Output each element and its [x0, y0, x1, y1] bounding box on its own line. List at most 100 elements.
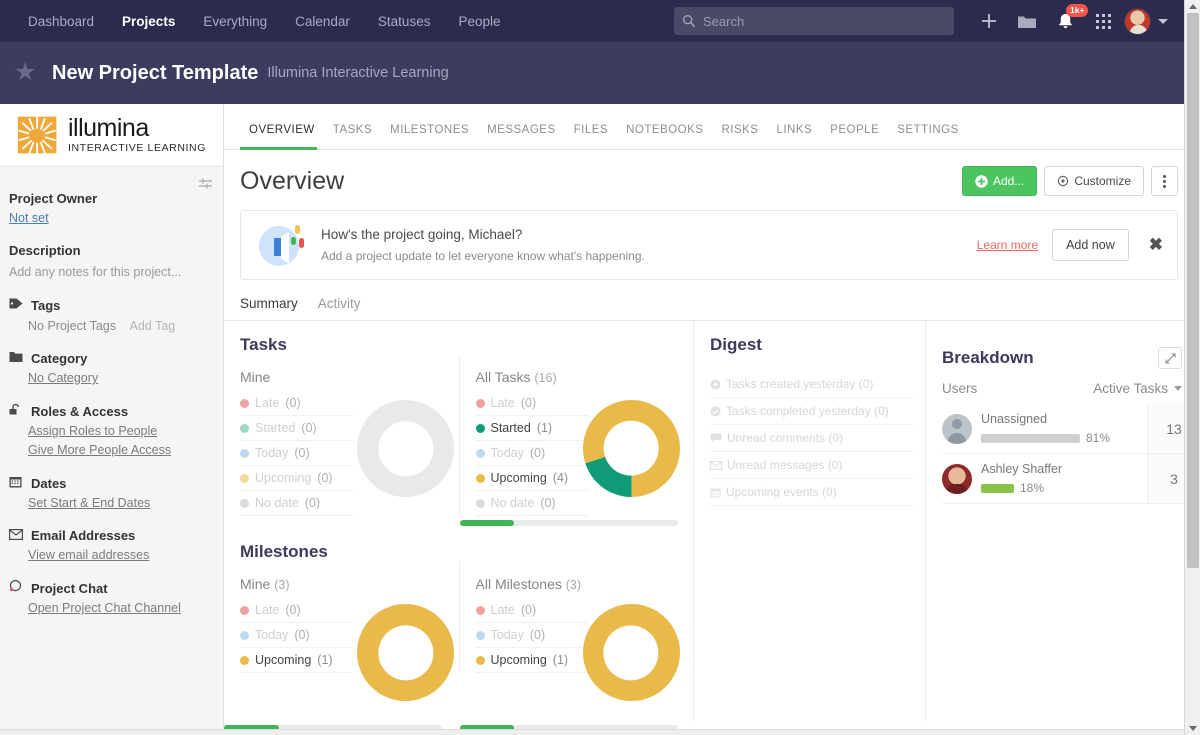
project-tabs: OVERVIEW TASKS MILESTONES MESSAGES FILES… — [224, 104, 1200, 150]
nav-statuses[interactable]: Statuses — [364, 8, 445, 35]
sidebar-section-description: Description Add any notes for this proje… — [9, 243, 223, 279]
digest-row[interactable]: Upcoming events (0) — [710, 479, 913, 506]
tab-notebooks[interactable]: NOTEBOOKS — [617, 124, 712, 149]
tab-overview[interactable]: OVERVIEW — [240, 124, 324, 149]
legend-item[interactable]: No date (0) — [240, 491, 353, 516]
nav-people[interactable]: People — [444, 8, 514, 35]
assign-roles-link[interactable]: Assign Roles to People — [28, 424, 223, 438]
subtab-activity[interactable]: Activity — [318, 296, 361, 321]
digest-row[interactable]: Unread messages (0) — [710, 452, 913, 479]
logo-tagline: INTERACTIVE LEARNING — [67, 142, 207, 154]
description-placeholder[interactable]: Add any notes for this project... — [9, 265, 223, 279]
view-email-addresses-link[interactable]: View email addresses — [28, 548, 223, 562]
sidebar-section-tags: Tags No Project Tags Add Tag — [9, 297, 223, 333]
sun-logo-icon — [17, 116, 57, 155]
legend-item[interactable]: No date (0) — [475, 491, 589, 516]
status-dot-started — [240, 423, 249, 433]
tab-people[interactable]: PEOPLE — [821, 124, 888, 149]
legend-count: (0) — [301, 421, 317, 435]
collapse-panel-icon[interactable] — [198, 177, 214, 191]
learn-more-link[interactable]: Learn more — [977, 238, 1038, 252]
legend-item[interactable]: Late (0) — [475, 391, 589, 416]
scroll-up-arrow-icon[interactable] — [1189, 4, 1197, 9]
nav-dashboard[interactable]: Dashboard — [14, 8, 108, 35]
apps-grid-button[interactable] — [1084, 0, 1122, 42]
legend-item[interactable]: Today (0) — [475, 623, 589, 648]
legend-item[interactable]: Upcoming (4) — [475, 466, 589, 491]
star-icon[interactable]: ★ — [14, 60, 40, 86]
legend-count: (0) — [294, 446, 310, 460]
sidebar-heading-email-addresses: Email Addresses — [9, 528, 223, 543]
legend-item[interactable]: Today (0) — [240, 441, 353, 466]
nav-projects[interactable]: Projects — [108, 8, 189, 35]
topnav-icon-group: 1k+ — [970, 0, 1170, 42]
add-button[interactable]: Add... — [961, 166, 1038, 196]
set-dates-link[interactable]: Set Start & End Dates — [28, 496, 223, 510]
tags-row: No Project Tags Add Tag — [28, 319, 223, 333]
global-search[interactable] — [674, 7, 954, 35]
browser-scrollbar[interactable] — [1184, 0, 1200, 735]
digest-label: Upcoming events (0) — [726, 485, 837, 499]
category-value-link[interactable]: No Category — [28, 371, 223, 385]
legend-item[interactable]: Late (0) — [240, 391, 353, 416]
tab-files[interactable]: FILES — [565, 124, 617, 149]
tab-settings[interactable]: SETTINGS — [888, 124, 968, 149]
add-tag-button[interactable]: Add Tag — [130, 319, 176, 333]
milestones-mine-donut-chart — [357, 604, 454, 701]
status-dot-no-date — [240, 498, 249, 508]
digest-label: Unread messages (0) — [727, 458, 843, 472]
kebab-dot — [1163, 174, 1166, 178]
table-row[interactable]: Unassigned 81% 13 — [942, 404, 1200, 454]
no-tags-text: No Project Tags — [28, 319, 117, 333]
tab-messages[interactable]: MESSAGES — [478, 124, 565, 149]
avatar — [942, 463, 972, 494]
legend-item[interactable]: Today (0) — [240, 623, 353, 648]
add-new-button[interactable] — [970, 0, 1008, 42]
table-row[interactable]: Ashley Shaffer 18% 3 — [942, 454, 1200, 504]
overview-actions: Add... Customize — [961, 166, 1178, 196]
legend-item[interactable]: Started (0) — [240, 416, 353, 441]
projects-folder-button[interactable] — [1008, 0, 1046, 42]
search-input[interactable] — [703, 13, 933, 29]
sidebar-heading-dates: Dates — [9, 475, 223, 491]
tab-tasks[interactable]: TASKS — [324, 124, 381, 149]
tab-risks[interactable]: RISKS — [712, 124, 767, 149]
breakdown-metric-selector[interactable]: Active Tasks — [1093, 381, 1182, 396]
legend-item[interactable]: Late (0) — [240, 598, 353, 623]
nav-everything[interactable]: Everything — [189, 8, 281, 35]
subtab-summary[interactable]: Summary — [240, 296, 298, 321]
legend-item[interactable]: Started (1) — [475, 416, 589, 441]
legend-item[interactable]: Upcoming (1) — [240, 648, 353, 673]
avatar — [942, 413, 972, 444]
notifications-button[interactable]: 1k+ — [1046, 0, 1089, 42]
scroll-down-arrow-icon[interactable] — [1189, 726, 1197, 731]
digest-row[interactable]: Tasks completed yesterday (0) — [710, 398, 913, 425]
tasks-mine-donut-chart — [357, 400, 454, 497]
close-icon[interactable]: ✖ — [1149, 235, 1163, 255]
banner-headline: How's the project going, Michael? — [321, 227, 523, 242]
legend-item[interactable]: Upcoming (0) — [240, 466, 353, 491]
user-menu-button[interactable] — [1122, 0, 1170, 42]
add-now-button[interactable]: Add now — [1052, 229, 1129, 261]
legend-item[interactable]: Late (0) — [475, 598, 589, 623]
customize-button[interactable]: Customize — [1044, 166, 1144, 196]
legend-item[interactable]: Today (0) — [475, 441, 589, 466]
tab-milestones[interactable]: MILESTONES — [381, 124, 478, 149]
legend-label: Today — [255, 628, 289, 642]
digest-row[interactable]: Unread comments (0) — [710, 425, 913, 452]
more-options-button[interactable] — [1151, 166, 1178, 196]
project-owner-value-link[interactable]: Not set — [9, 211, 223, 225]
status-dot-today — [240, 630, 249, 640]
plus-circle-icon — [975, 174, 988, 188]
legend-item[interactable]: Upcoming (1) — [475, 648, 589, 673]
breakdown-user-name: Ashley Shaffer — [981, 462, 1063, 476]
nav-calendar[interactable]: Calendar — [281, 8, 364, 35]
expand-icon[interactable] — [1158, 347, 1182, 369]
give-access-link[interactable]: Give More People Access — [28, 443, 223, 457]
scrollbar-thumb[interactable] — [1187, 13, 1199, 568]
breakdown-rows: Unassigned 81% 13 Ashley Shaffer 18% 3 — [926, 404, 1200, 504]
digest-row[interactable]: Tasks created yesterday (0) — [710, 371, 913, 398]
tab-links[interactable]: LINKS — [767, 124, 821, 149]
open-chat-channel-link[interactable]: Open Project Chat Channel — [28, 601, 223, 615]
legend-count: (1) — [317, 653, 333, 667]
